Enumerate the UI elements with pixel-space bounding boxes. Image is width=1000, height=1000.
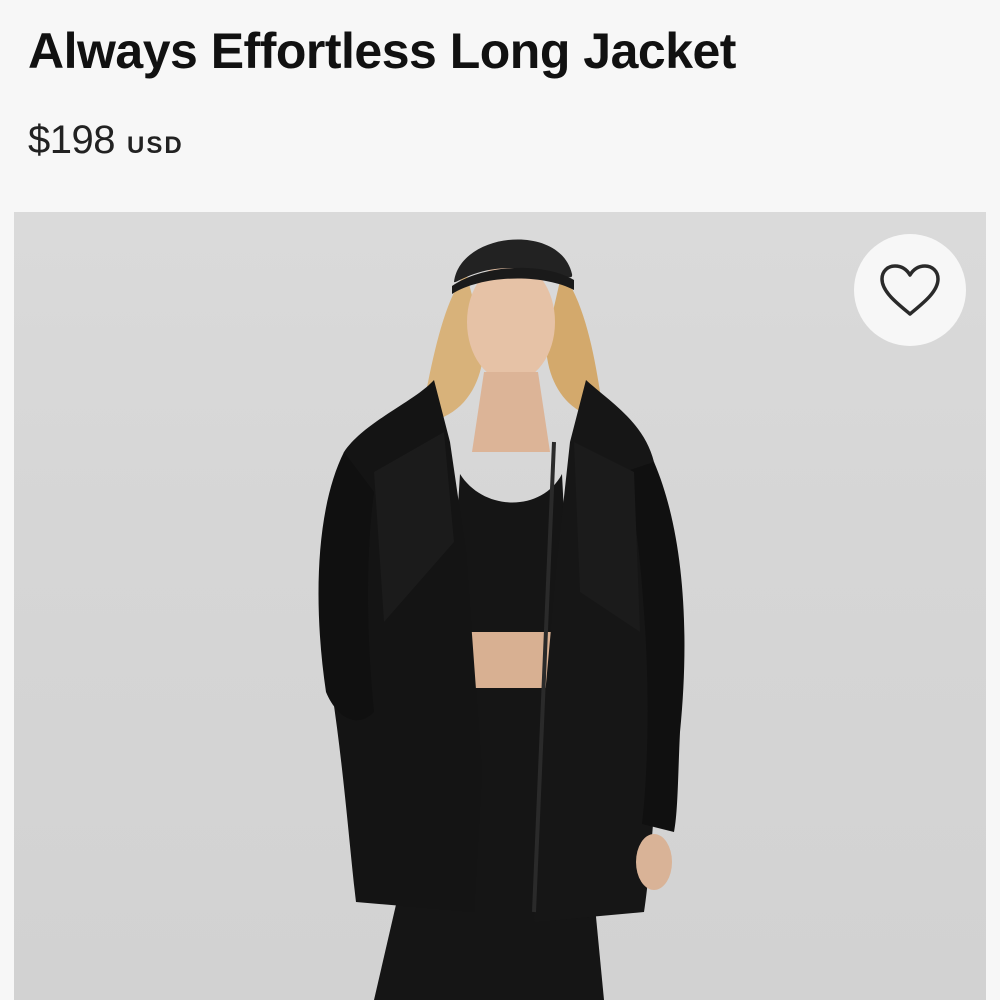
price-row: $198 USD: [28, 118, 184, 163]
heart-outline-icon: [880, 264, 940, 316]
model-illustration: [318, 239, 685, 1000]
product-page: Always Effortless Long Jacket $198 USD: [0, 0, 1000, 1000]
wishlist-button[interactable]: [854, 234, 966, 346]
product-image[interactable]: [14, 212, 986, 1000]
price-amount: $198: [28, 118, 115, 162]
product-title: Always Effortless Long Jacket: [28, 23, 736, 79]
price-currency: USD: [126, 132, 184, 159]
